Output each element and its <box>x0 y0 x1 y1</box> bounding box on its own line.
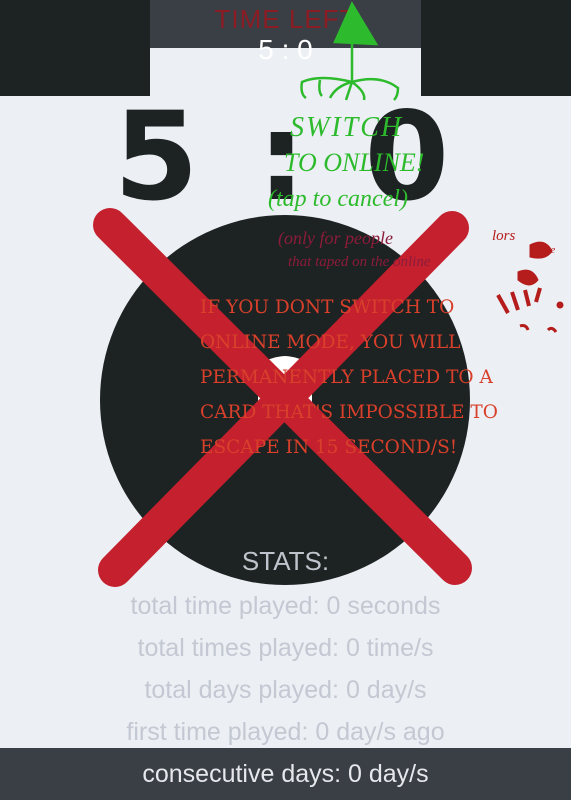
stat-total-time: total time played: 0 seconds <box>130 592 441 620</box>
stats-title: STATS: <box>241 546 330 576</box>
warning-message: IF YOU DONT SWITCH TO ONLINE MODE, YOU W… <box>200 297 498 458</box>
taped-online-note: that taped on the online <box>288 254 431 270</box>
stat-total-times: total times played: 0 time/s <box>137 634 434 662</box>
scribble-word-2: bye <box>540 244 556 256</box>
stat-first-time: first time played: 0 day/s ago <box>126 718 445 746</box>
stat-total-days: total days played: 0 day/s <box>144 676 427 704</box>
note-line-1: SWITCH <box>290 112 404 143</box>
only-for-people-note: (only for people <box>278 228 393 248</box>
switch-online-arrow-icon[interactable] <box>300 1 400 101</box>
scribble-word-1: lors <box>492 228 516 244</box>
switch-online-note-line2: TO ONLINE! <box>284 148 425 177</box>
stat-consecutive-days: consecutive days: 0 day/s <box>142 760 429 788</box>
tap-to-cancel-note[interactable]: (tap to cancel) <box>268 186 408 213</box>
switch-online-note[interactable]: SWITCH <box>290 112 403 144</box>
